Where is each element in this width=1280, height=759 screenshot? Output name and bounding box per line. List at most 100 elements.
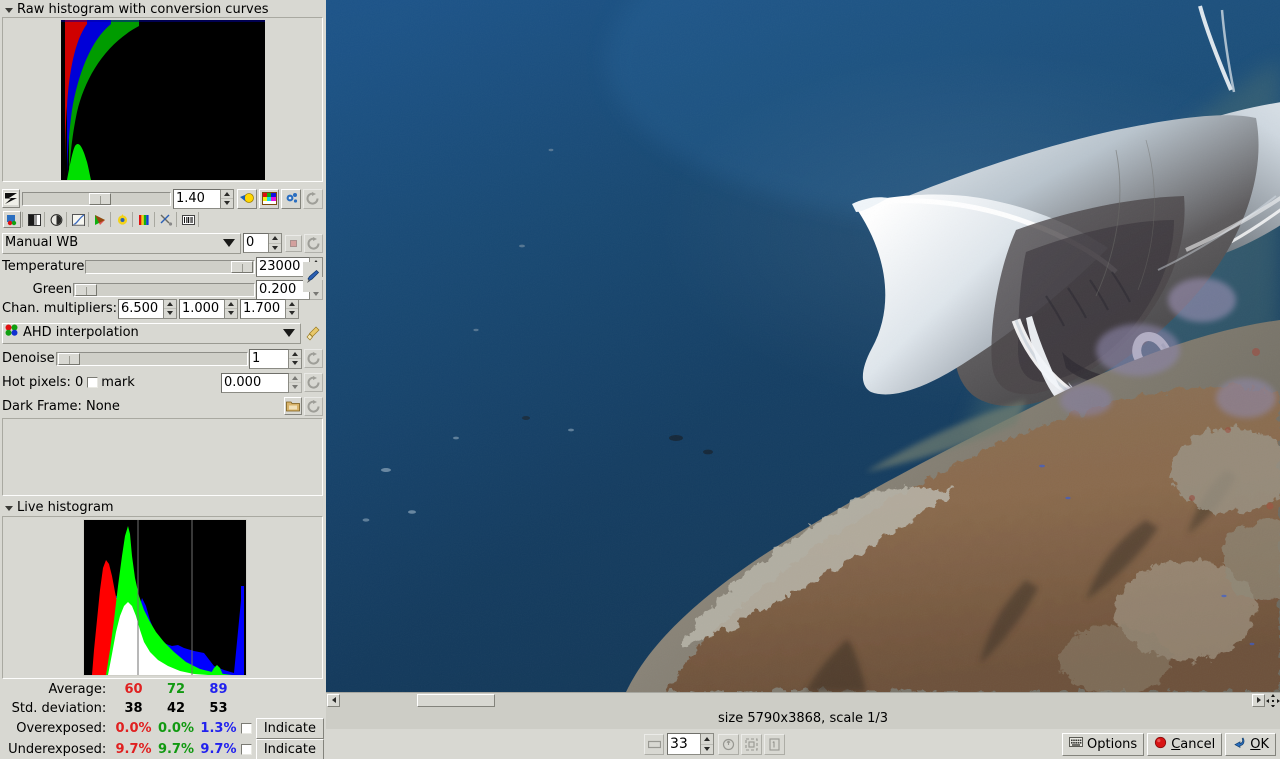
tab-curve-editor[interactable] bbox=[69, 211, 87, 228]
hot-pixels-row: Hot pixels: 0 mark 0.000 bbox=[2, 372, 323, 393]
stat-red: 9.7% bbox=[115, 742, 152, 757]
zoom-spinner[interactable] bbox=[701, 733, 714, 755]
scroll-left-icon[interactable] bbox=[327, 693, 340, 707]
multiplier-blue-field[interactable]: 1.700 bbox=[239, 298, 286, 319]
folder-icon[interactable] bbox=[284, 397, 302, 415]
stat-label: Overexposed: bbox=[16, 721, 107, 736]
stat-green: 42 bbox=[166, 701, 186, 716]
zoom-percent-field[interactable]: 33 bbox=[667, 733, 701, 755]
broom-icon[interactable] bbox=[303, 323, 323, 343]
denoise-field[interactable]: 1 bbox=[249, 348, 289, 369]
histogram-statistics: Average: 60 72 89 Std. deviation: 38 42 … bbox=[0, 680, 325, 759]
options-button[interactable]: Options bbox=[1062, 732, 1145, 756]
scrollbar-thumb[interactable] bbox=[417, 693, 495, 707]
cancel-button[interactable]: Cancel bbox=[1147, 732, 1223, 756]
tab-saturation[interactable] bbox=[135, 211, 153, 228]
hot-pixels-field[interactable]: 0.000 bbox=[221, 372, 289, 393]
options-icon bbox=[1069, 736, 1084, 752]
hot-pixels-spinner[interactable] bbox=[289, 372, 302, 393]
wb-swatch-icon[interactable] bbox=[285, 234, 302, 252]
color-channels-icon[interactable] bbox=[259, 188, 279, 209]
multiplier-red-field[interactable]: 6.500 bbox=[117, 298, 164, 319]
image-preview-pane[interactable] bbox=[326, 0, 1280, 692]
reset-icon[interactable] bbox=[304, 396, 323, 416]
scroll-right-icon[interactable] bbox=[1252, 693, 1265, 707]
stat-indicate-cell bbox=[240, 680, 325, 699]
stat-label: Std. deviation: bbox=[11, 701, 107, 716]
status-bar: size 5790x3868, scale 1/3 bbox=[326, 707, 1280, 729]
tab-color-management[interactable] bbox=[47, 211, 65, 228]
ok-button[interactable]: OK bbox=[1225, 732, 1276, 756]
stat-row-average: Average: 60 72 89 bbox=[0, 680, 325, 699]
image-horizontal-scrollbar[interactable] bbox=[326, 692, 1280, 708]
exposure-icon[interactable] bbox=[2, 189, 20, 208]
exposure-spinner[interactable] bbox=[221, 188, 234, 209]
chevron-down-icon[interactable] bbox=[283, 329, 295, 337]
underexposed-indicate-button[interactable]: Indicate bbox=[255, 739, 324, 759]
resize-grip-icon[interactable] bbox=[1266, 692, 1280, 708]
tab-corrections[interactable] bbox=[91, 211, 109, 228]
stat-indicate-cell bbox=[240, 699, 325, 718]
temperature-label: Temperature bbox=[2, 259, 85, 274]
raw-histogram-expander[interactable]: Raw histogram with conversion curves bbox=[2, 1, 269, 18]
reset-icon[interactable] bbox=[304, 233, 323, 253]
stat-label: Underexposed: bbox=[8, 742, 107, 757]
live-histogram-canvas[interactable] bbox=[83, 519, 247, 676]
stat-row-underexposed: Underexposed: 9.7% 9.7% 9.7% Indicate bbox=[0, 739, 325, 759]
stat-row-std-deviation: Std. deviation: 38 42 53 bbox=[0, 699, 325, 718]
tab-crop-rotate[interactable] bbox=[157, 211, 175, 228]
denoise-slider[interactable] bbox=[55, 351, 248, 366]
reset-icon[interactable] bbox=[304, 349, 323, 368]
scrollbar-trough[interactable] bbox=[341, 693, 1251, 708]
temperature-slider[interactable] bbox=[85, 259, 255, 274]
stat-blue: 1.3% bbox=[200, 721, 237, 736]
ok-label: OK bbox=[1250, 736, 1269, 752]
tab-lightness[interactable] bbox=[113, 211, 131, 228]
overexposed-indicate-checkbox[interactable] bbox=[240, 723, 252, 734]
reset-icon[interactable] bbox=[304, 373, 323, 392]
eyedropper-icon[interactable] bbox=[303, 262, 322, 292]
exposure-value-field[interactable]: 1.40 bbox=[173, 188, 221, 209]
tab-exif[interactable] bbox=[179, 211, 197, 228]
tab-base-curve[interactable] bbox=[25, 211, 43, 228]
ok-arrow-icon bbox=[1232, 736, 1246, 752]
channel-multipliers-row: Chan. multipliers: 6.500 1.000 1.700 bbox=[2, 298, 323, 319]
settings-empty-area bbox=[2, 418, 323, 496]
zoom-fit-icon[interactable] bbox=[718, 733, 739, 755]
multiplier-green-spinner[interactable] bbox=[224, 298, 238, 319]
underexposed-indicate-checkbox[interactable] bbox=[240, 744, 252, 755]
green-field[interactable]: 0.200 bbox=[256, 279, 310, 300]
tab-white-balance[interactable] bbox=[3, 211, 21, 228]
stat-red: 0.0% bbox=[115, 721, 152, 736]
exposure-row: 1.40 bbox=[2, 188, 323, 209]
multiplier-green-field[interactable]: 1.000 bbox=[178, 298, 225, 319]
highlight-lamp-icon[interactable] bbox=[237, 188, 257, 209]
temperature-field[interactable]: 23000 bbox=[256, 256, 310, 277]
live-histogram-expander[interactable]: Live histogram bbox=[2, 499, 114, 516]
multiplier-red-spinner[interactable] bbox=[163, 298, 177, 319]
stat-green: 72 bbox=[166, 682, 186, 697]
denoise-spinner[interactable] bbox=[289, 348, 302, 369]
wb-preset-spinner[interactable] bbox=[269, 233, 282, 253]
options-label: Options bbox=[1087, 736, 1138, 752]
wb-preset-field[interactable]: 0 bbox=[243, 233, 269, 253]
zoom-shrink-icon[interactable] bbox=[741, 733, 762, 755]
stat-blue: 53 bbox=[209, 701, 228, 716]
exposure-slider[interactable] bbox=[22, 191, 171, 206]
hot-pixels-mark-checkbox[interactable] bbox=[87, 377, 99, 388]
reset-exposure-icon[interactable] bbox=[303, 188, 323, 209]
denoise-row: Denoise 1 bbox=[2, 348, 323, 369]
stat-green: 9.7% bbox=[157, 742, 195, 757]
live-histogram-title: Live histogram bbox=[17, 500, 114, 515]
chevron-down-icon[interactable] bbox=[223, 239, 235, 247]
raw-histogram-canvas[interactable] bbox=[61, 20, 265, 180]
cancel-label: Cancel bbox=[1171, 736, 1216, 752]
auto-adjust-icon[interactable] bbox=[281, 188, 301, 209]
green-slider[interactable] bbox=[73, 282, 255, 297]
multiplier-blue-spinner[interactable] bbox=[285, 298, 299, 319]
overexposed-indicate-button[interactable]: Indicate bbox=[255, 718, 324, 739]
fit-window-icon[interactable] bbox=[644, 733, 664, 755]
zoom-100-icon[interactable] bbox=[764, 733, 785, 755]
stat-red: 60 bbox=[124, 682, 143, 697]
raw-histogram-frame bbox=[2, 17, 323, 182]
